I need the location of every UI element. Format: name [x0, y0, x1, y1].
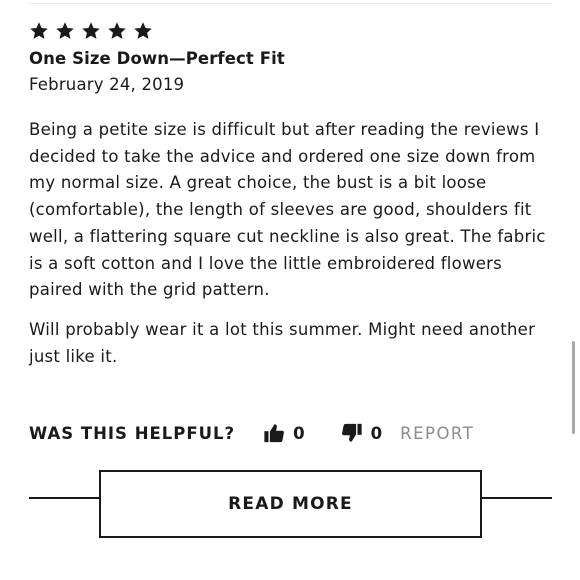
thumbs-down-icon	[341, 423, 362, 442]
star-rating	[29, 20, 559, 42]
helpful-feedback-row: WAS THIS HELPFUL? 0 0 REPORT	[29, 420, 474, 446]
unhelpful-vote-button[interactable]: 0	[341, 422, 382, 444]
review-paragraph: Being a petite size is difficult but aft…	[29, 120, 546, 300]
unhelpful-count: 0	[370, 423, 383, 443]
helpful-count: 0	[293, 423, 305, 443]
helpful-vote-button[interactable]: 0	[263, 422, 305, 444]
top-divider	[29, 3, 551, 4]
read-more-button[interactable]: READ MORE	[99, 470, 482, 538]
thumbs-up-icon	[264, 424, 285, 443]
divider-line-right	[480, 497, 552, 499]
divider-line-left	[29, 497, 101, 499]
scrollbar-thumb[interactable]	[572, 341, 575, 434]
review-paragraph: Will probably wear it a lot this summer.…	[29, 319, 536, 366]
star-icon	[56, 22, 74, 39]
star-icon	[108, 22, 126, 39]
report-link[interactable]: REPORT	[400, 424, 474, 443]
helpful-question: WAS THIS HELPFUL?	[29, 423, 236, 443]
review-card: One Size Down—Perfect Fit February 24, 2…	[29, 20, 559, 370]
review-date: February 24, 2019	[29, 75, 185, 94]
review-body: Being a petite size is difficult but aft…	[29, 117, 559, 370]
star-icon	[30, 22, 48, 39]
star-icon	[134, 22, 152, 39]
review-title: One Size Down—Perfect Fit	[29, 49, 285, 68]
star-icon	[82, 22, 100, 39]
